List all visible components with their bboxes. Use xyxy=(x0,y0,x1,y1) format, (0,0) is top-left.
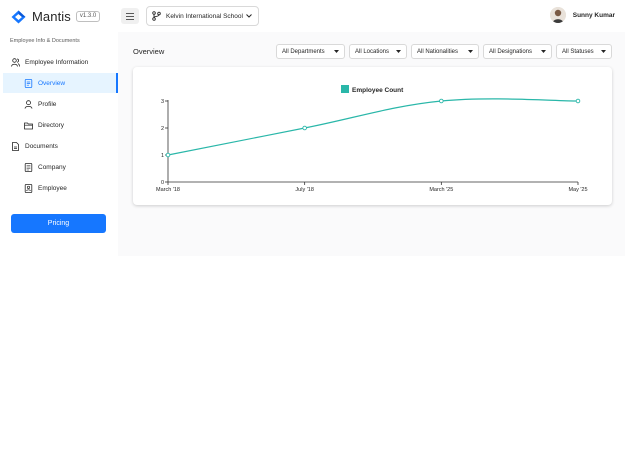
user-avatar-icon xyxy=(549,7,566,23)
employee-count-chart: Employee Count 0 1 2 3 March '18 July '18 Marc… xyxy=(156,85,588,193)
sidebar-item-profile[interactable]: Profile xyxy=(0,94,118,114)
branch-icon xyxy=(152,11,161,21)
user-profile[interactable]: Sunny Kumar xyxy=(549,7,615,23)
app-name: Mantis xyxy=(32,9,71,24)
sidebar-item-label: Profile xyxy=(38,100,57,108)
sidebar-item-overview[interactable]: Overview xyxy=(3,73,118,93)
caret-down-icon xyxy=(541,50,546,53)
menu-toggle-button[interactable] xyxy=(121,8,139,24)
user-name: Sunny Kumar xyxy=(572,11,615,19)
sidebar-item-label: Documents xyxy=(25,142,58,150)
caret-down-icon xyxy=(334,50,339,53)
x-tick-label: July '18 xyxy=(295,187,313,193)
filter-label: All Departments xyxy=(282,48,325,55)
status-filter[interactable]: All Statuses xyxy=(556,44,612,59)
users-icon xyxy=(11,57,20,67)
sidebar-item-label: Overview xyxy=(38,79,66,87)
version-badge: v1.3.0 xyxy=(75,11,101,22)
mantis-logo-icon xyxy=(11,10,26,23)
filter-label: All Designations xyxy=(489,48,533,55)
filter-label: All Locations xyxy=(355,48,390,55)
sidebar-item-directory[interactable]: Directory xyxy=(0,115,118,135)
series-line xyxy=(167,98,579,156)
sidebar-item-label: Employee xyxy=(38,184,67,192)
sidebar-item-employee[interactable]: Employee xyxy=(0,178,118,198)
nationality-filter[interactable]: All Nationalities xyxy=(411,44,479,59)
avatar xyxy=(549,7,566,23)
department-filter[interactable]: All Departments xyxy=(276,44,345,59)
designation-filter[interactable]: All Designations xyxy=(483,44,552,59)
file-icon xyxy=(24,78,33,88)
y-tick-label: 0 xyxy=(161,180,164,186)
pricing-button[interactable]: Pricing xyxy=(11,214,106,233)
folder-icon xyxy=(24,122,33,129)
page-title: Overview xyxy=(133,47,165,56)
sidebar-item-documents[interactable]: Documents xyxy=(0,136,118,156)
data-point[interactable] xyxy=(302,125,307,131)
caret-down-icon xyxy=(468,50,473,53)
chart-card: Employee Count 0 1 2 3 March '18 July '18 Marc… xyxy=(133,67,612,205)
chart-legend: Employee Count xyxy=(341,85,404,94)
x-tick-label: March '18 xyxy=(156,187,180,193)
contact-icon xyxy=(24,183,33,193)
data-point[interactable] xyxy=(575,98,581,104)
x-tick-label: May '25 xyxy=(568,187,587,193)
main-content: Overview All Departments All Locations A… xyxy=(118,32,625,256)
document-icon xyxy=(12,141,19,151)
sidebar-item-company[interactable]: Company xyxy=(0,157,118,177)
y-tick-label: 1 xyxy=(161,153,164,159)
sidebar-item-employee-information[interactable]: Employee Information xyxy=(0,52,118,72)
caret-down-icon xyxy=(396,50,401,53)
y-tick-label: 3 xyxy=(161,99,164,105)
caret-down-icon xyxy=(601,50,606,53)
school-select[interactable]: Kelvin International School xyxy=(146,6,259,26)
sidebar-caption: Employee Info & Documents xyxy=(10,38,80,44)
user-icon xyxy=(24,99,33,109)
sidebar-item-label: Directory xyxy=(38,121,65,129)
filter-label: All Statuses xyxy=(562,48,594,55)
school-name: Kelvin International School xyxy=(166,12,243,20)
app-header: Mantis v1.3.0 Kelvin International Schoo… xyxy=(0,0,628,32)
data-point[interactable] xyxy=(439,98,444,104)
location-filter[interactable]: All Locations xyxy=(349,44,407,59)
file-text-icon xyxy=(24,162,33,172)
legend-swatch xyxy=(341,85,349,93)
logo[interactable]: Mantis v1.3.0 xyxy=(11,9,101,24)
legend-label[interactable]: Employee Count xyxy=(352,87,404,94)
x-tick-label: March '25 xyxy=(429,187,453,193)
filter-label: All Nationalities xyxy=(417,48,459,55)
y-tick-label: 2 xyxy=(161,126,164,132)
menu-icon xyxy=(126,12,134,20)
chart-series xyxy=(165,98,581,158)
sidebar-item-label: Employee Information xyxy=(25,58,89,66)
data-point[interactable] xyxy=(165,152,171,158)
chevron-down-icon xyxy=(246,14,252,18)
sidebar-item-label: Company xyxy=(38,163,66,171)
sidebar: Employee Info & Documents Employee Infor… xyxy=(0,32,118,460)
